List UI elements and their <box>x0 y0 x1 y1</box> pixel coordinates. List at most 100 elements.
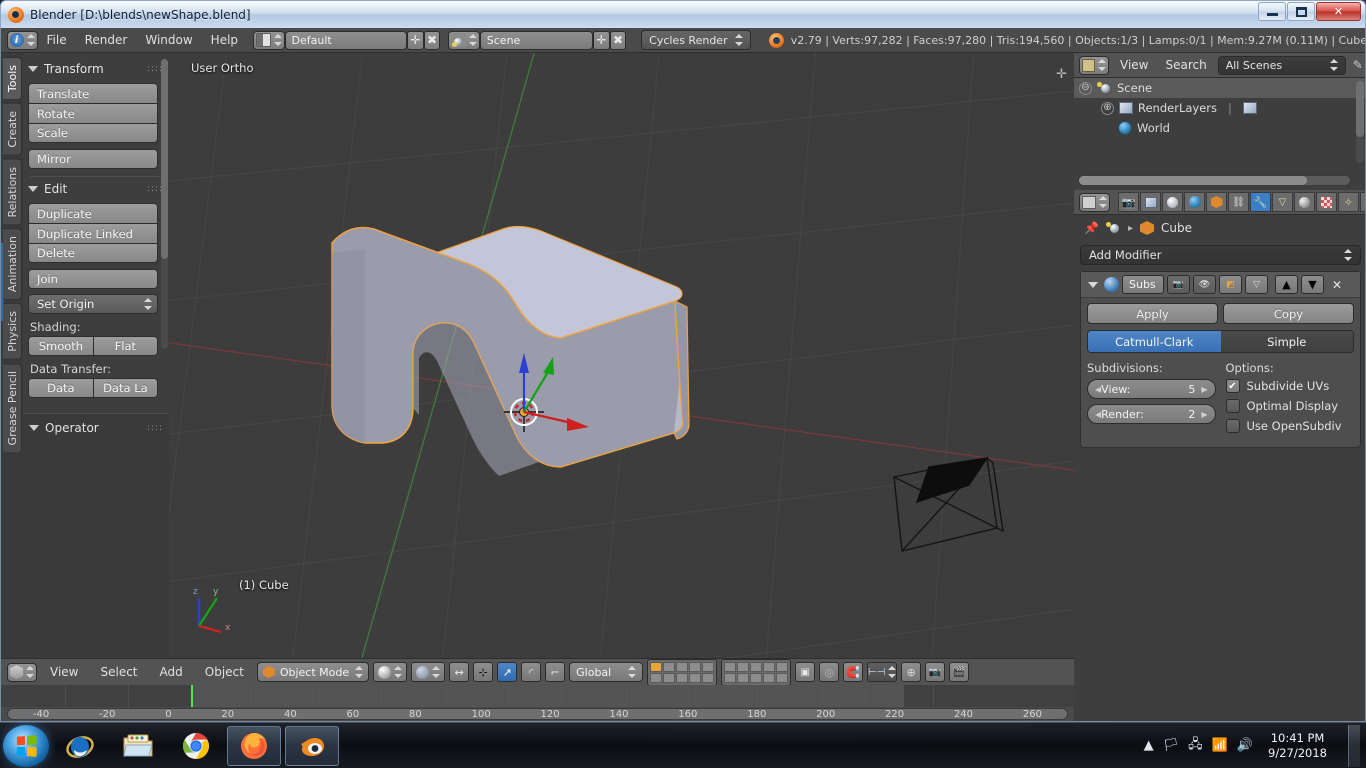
start-button[interactable] <box>3 724 49 767</box>
taskbar-item-google-chrome[interactable] <box>169 726 223 766</box>
taskbar-clock[interactable]: 10:41 PM 9/27/2018 <box>1262 731 1333 761</box>
3d-viewport[interactable]: User Ortho (1) Cube ✛ z y x <box>169 53 1074 658</box>
scale-button[interactable]: Scale <box>28 123 158 143</box>
mirror-button[interactable]: Mirror <box>28 149 158 169</box>
scene-layers-top[interactable] <box>647 658 718 686</box>
translate-button[interactable]: Translate <box>28 83 158 103</box>
panel-header-edit[interactable]: Edit :::: <box>28 179 163 199</box>
layer-cell[interactable] <box>737 661 750 672</box>
layer-cell[interactable] <box>689 672 702 683</box>
outliner-vertical-scrollbar[interactable] <box>1356 81 1364 163</box>
menu-file[interactable]: File <box>38 28 76 52</box>
render-animation-button[interactable]: 🎬 <box>949 662 970 682</box>
renderlayers-icon[interactable] <box>1242 102 1257 114</box>
taskbar-item-firefox[interactable] <box>227 725 281 766</box>
pin-icon[interactable]: 📌 <box>1084 221 1099 235</box>
lock-to-scene-button[interactable]: ▣ <box>795 662 816 682</box>
collapse-icon[interactable]: ⊖ <box>1079 81 1092 95</box>
render-engine-dropdown[interactable]: Cycles Render <box>641 30 751 50</box>
outliner-menu-search[interactable]: Search <box>1159 53 1212 77</box>
scale-manipulator-button[interactable]: ⌐ <box>545 662 566 682</box>
manipulator-toggle-button[interactable]: ⊹ <box>473 662 494 682</box>
layer-cell[interactable] <box>650 672 663 683</box>
render-subdivisions-field[interactable]: ◀ Render: 2 ▶ <box>1087 404 1216 424</box>
layer-cell[interactable] <box>724 672 737 683</box>
data-transfer-button[interactable]: Data <box>28 378 93 398</box>
optimal-display-row[interactable]: Optimal Display <box>1225 399 1355 413</box>
scene-type-button[interactable] <box>447 30 480 50</box>
delete-modifier-button[interactable]: ✕ <box>1332 278 1342 292</box>
properties-tab-physics[interactable]: ◥ <box>1360 192 1365 212</box>
data-transfer-layout-button[interactable]: Data La <box>92 378 158 398</box>
layer-cell[interactable] <box>763 661 776 672</box>
menu-help[interactable]: Help <box>202 28 247 52</box>
tool-tab-animation[interactable]: Animation <box>2 228 22 301</box>
outliner-editor[interactable]: View Search All Scenes ✎ ⊖ Scene ⊕ Rende… <box>1074 53 1365 190</box>
layer-cell[interactable] <box>702 672 715 683</box>
layer-cell[interactable] <box>676 661 689 672</box>
subdivide-uvs-checkbox[interactable]: ✔ <box>1225 379 1240 393</box>
view-subdivisions-field[interactable]: ◀ View: 5 ▶ <box>1087 379 1216 399</box>
add-modifier-button[interactable]: Add Modifier <box>1080 245 1361 265</box>
outliner-menu-view[interactable]: View <box>1114 53 1154 77</box>
viewport-properties-toggle-icon[interactable]: ✛ <box>1056 67 1067 82</box>
add-screen-layout-button[interactable]: ✛ <box>407 30 424 50</box>
timeline-editor[interactable]: -40 -20 0 20 40 60 80 100 120 140 160 18… <box>1 685 1074 721</box>
duplicate-button[interactable]: Duplicate <box>28 203 158 223</box>
on-cage-toggle-button[interactable]: ▽ <box>1245 275 1268 294</box>
tool-tab-create[interactable]: Create <box>2 103 22 156</box>
maximize-button[interactable] <box>1287 2 1315 21</box>
menu-window[interactable]: Window <box>136 28 201 52</box>
pivot-point-dropdown[interactable] <box>411 662 446 682</box>
render-image-button[interactable]: 📷 <box>925 662 946 682</box>
proportional-edit-button[interactable]: ⊕ <box>901 662 922 682</box>
outliner-row-scene[interactable]: ⊖ Scene <box>1074 78 1365 98</box>
properties-tab-constraints[interactable]: ⛓ <box>1228 192 1249 212</box>
properties-tab-object[interactable] <box>1206 192 1227 212</box>
viewport-shading-dropdown[interactable] <box>373 662 408 682</box>
tool-tab-grease-pencil[interactable]: Grease Pencil <box>2 362 22 454</box>
layer-cell[interactable] <box>702 661 715 672</box>
volume-icon[interactable]: 🔊 <box>1237 738 1253 753</box>
properties-tab-scene[interactable] <box>1162 192 1183 212</box>
layer-cell[interactable] <box>650 661 663 672</box>
subdivide-uvs-row[interactable]: ✔ Subdivide UVs <box>1225 379 1355 393</box>
screen-layout-type-button[interactable] <box>252 30 285 50</box>
shade-smooth-button[interactable]: Smooth <box>28 336 93 356</box>
layer-cell[interactable] <box>750 661 763 672</box>
realtime-toggle-button[interactable]: 👁 <box>1193 275 1216 294</box>
layer-cell[interactable] <box>724 661 737 672</box>
taskbar-item-file-explorer[interactable] <box>111 726 165 766</box>
panel-header-operator[interactable]: Operator :::: <box>29 418 163 438</box>
layer-cell[interactable] <box>776 661 789 672</box>
outliner-row-renderlayers[interactable]: ⊕ RenderLayers | <box>1074 98 1365 118</box>
delete-screen-layout-button[interactable]: ✖ <box>423 30 441 50</box>
layer-cell[interactable] <box>676 672 689 683</box>
properties-tab-render[interactable]: 📷 <box>1118 192 1139 212</box>
properties-tab-render-layers[interactable] <box>1140 192 1161 212</box>
outliner-horizontal-scrollbar[interactable] <box>1078 175 1351 186</box>
outliner-filter-icon[interactable]: ✎ <box>1353 58 1363 72</box>
properties-editor-type-button[interactable] <box>1079 192 1110 212</box>
properties-tab-world[interactable] <box>1184 192 1205 212</box>
viewport-menu-object[interactable]: Object <box>196 660 253 684</box>
viewport-menu-view[interactable]: View <box>41 660 87 684</box>
apply-modifier-button[interactable]: Apply <box>1087 303 1218 324</box>
signal-icon[interactable]: 📶 <box>1212 738 1228 753</box>
delete-scene-button[interactable]: ✖ <box>609 30 627 50</box>
tool-shelf-scrollbar[interactable] <box>161 59 168 349</box>
increment-icon[interactable]: ▶ <box>1201 410 1207 419</box>
snap-element-dropdown[interactable]: ⊢⊣ <box>867 662 898 682</box>
outliner-row-world[interactable]: World <box>1074 118 1365 138</box>
modifier-name-field[interactable]: Subs <box>1122 275 1164 294</box>
outliner-editor-type-button[interactable] <box>1079 55 1109 75</box>
properties-tab-data[interactable]: ▽ <box>1272 192 1293 212</box>
increment-icon[interactable]: ▶ <box>1201 385 1207 394</box>
properties-tab-particles[interactable]: ✧ <box>1338 192 1359 212</box>
close-button[interactable]: ✕ <box>1316 2 1361 21</box>
layer-cell[interactable] <box>750 672 763 683</box>
minimize-button[interactable] <box>1258 2 1286 21</box>
simple-button[interactable]: Simple <box>1220 331 1353 352</box>
panel-header-transform[interactable]: Transform :::: <box>28 59 163 79</box>
menu-render[interactable]: Render <box>76 28 137 52</box>
